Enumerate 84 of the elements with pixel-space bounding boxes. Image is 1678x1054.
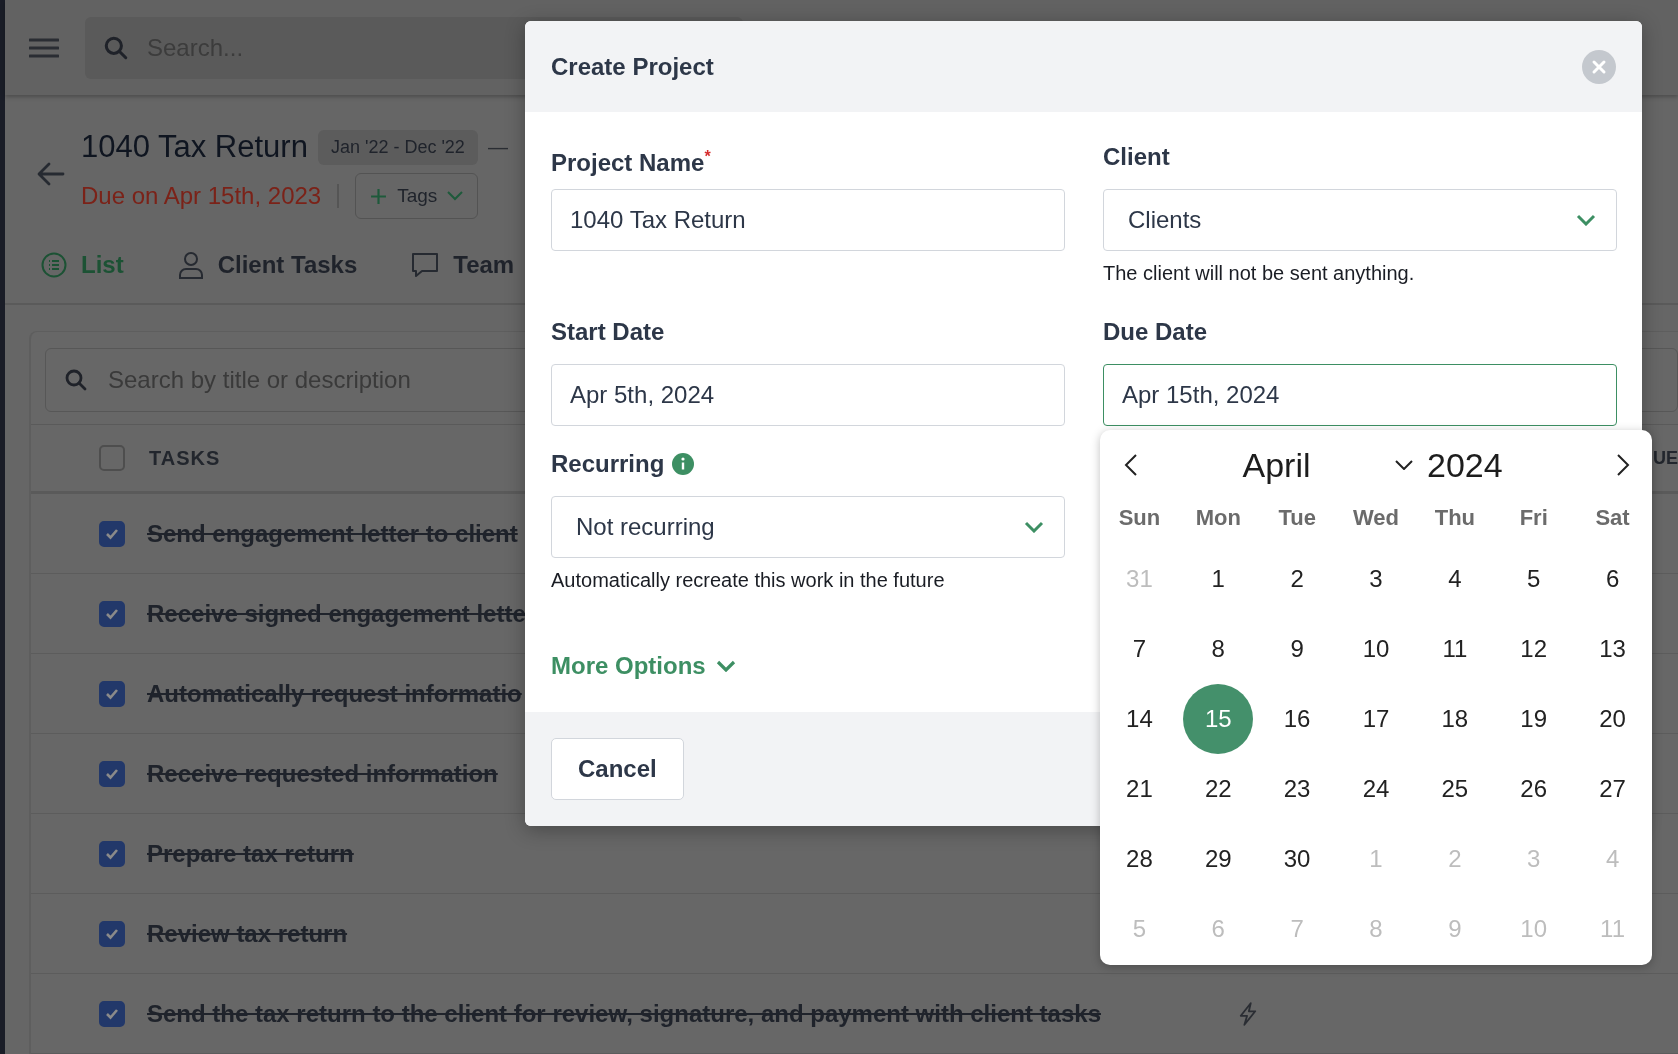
weekday-label: Sat — [1595, 505, 1630, 531]
project-name-field[interactable]: 1040 Tax Return — [551, 189, 1065, 251]
calendar-day[interactable]: 10 — [1341, 614, 1411, 684]
chevron-down-icon — [447, 191, 464, 201]
start-date-field[interactable]: Apr 5th, 2024 — [551, 364, 1065, 426]
calendar-day[interactable]: 24 — [1341, 754, 1411, 824]
previous-month-icon[interactable] — [1124, 453, 1138, 477]
person-icon — [177, 251, 204, 279]
month-select[interactable]: April — [1158, 445, 1413, 485]
dash-text: — — [487, 135, 508, 159]
calendar-day[interactable]: 21 — [1104, 754, 1175, 824]
column-header: TASKS — [149, 446, 221, 470]
calendar-day[interactable]: 12 — [1498, 614, 1569, 684]
recurring-select[interactable]: Not recurring — [551, 496, 1065, 558]
field-label: Start Date — [551, 317, 665, 347]
task-checkbox[interactable] — [99, 920, 125, 947]
next-month-icon[interactable] — [1616, 453, 1630, 477]
task-checkbox[interactable] — [99, 760, 125, 787]
back-arrow-icon[interactable] — [37, 162, 65, 186]
weekday-label: Sun — [1118, 505, 1161, 531]
weekday-label: Fri — [1519, 505, 1548, 531]
dialog-title: Create Project — [551, 52, 714, 81]
calendar-day[interactable]: 5 — [1498, 544, 1569, 614]
chat-bubble-icon — [411, 252, 440, 278]
search-icon — [103, 34, 129, 61]
weekday-label: Thu — [1434, 505, 1475, 531]
calendar-day[interactable]: 27 — [1577, 754, 1648, 824]
calendar-day[interactable]: 1 — [1183, 544, 1254, 614]
calendar-day[interactable]: 7 — [1104, 614, 1175, 684]
calendar-day[interactable]: 8 — [1183, 614, 1254, 684]
weekday-label: Wed — [1352, 505, 1399, 531]
menu-icon[interactable] — [29, 37, 59, 58]
project-title: 1040 Tax Return — [81, 129, 308, 165]
task-checkbox[interactable] — [99, 520, 125, 547]
task-checkbox[interactable] — [99, 680, 125, 707]
field-label: Due Date — [1103, 317, 1208, 347]
task-checkbox[interactable] — [99, 840, 125, 867]
calendar-day[interactable]: 15 — [1183, 684, 1254, 754]
calendar-day[interactable]: 25 — [1419, 754, 1490, 824]
plus-icon — [370, 187, 388, 205]
calendar-day[interactable]: 19 — [1498, 684, 1569, 754]
calendar-day[interactable]: 16 — [1262, 684, 1333, 754]
period-badge: Jan '22 - Dec '22 — [317, 129, 478, 165]
list-icon — [41, 252, 67, 278]
calendar-day[interactable]: 6 — [1577, 544, 1648, 614]
calendar-day[interactable]: 20 — [1577, 684, 1648, 754]
chevron-down-icon — [1576, 214, 1596, 226]
info-icon — [672, 453, 695, 475]
calendar-day[interactable]: 18 — [1419, 684, 1490, 754]
more-options-button[interactable]: More Options — [551, 652, 736, 680]
field-label: Client — [1103, 142, 1170, 172]
calendar-day[interactable]: 14 — [1104, 684, 1175, 754]
calendar-day[interactable]: 3 — [1341, 544, 1411, 614]
chevron-down-icon — [715, 660, 736, 672]
calendar-day[interactable]: 23 — [1262, 754, 1333, 824]
due-date-text: Due on Apr 15th, 2023 — [81, 182, 322, 210]
column-header: UE — [1653, 447, 1678, 469]
weekday-label: Mon — [1195, 505, 1241, 531]
year-select[interactable]: 2024 — [1427, 445, 1503, 485]
calendar-day[interactable]: 13 — [1577, 614, 1648, 684]
calendar-day[interactable]: 4 — [1419, 544, 1490, 614]
task-checkbox[interactable] — [99, 1000, 125, 1027]
cancel-button[interactable]: Cancel — [551, 738, 684, 800]
calendar-day[interactable]: 28 — [1104, 824, 1175, 894]
field-label: Project Name$^{*}$ — [551, 147, 711, 177]
calendar-day[interactable]: 29 — [1183, 824, 1254, 894]
chevron-down-icon — [1024, 521, 1044, 533]
help-text: Automatically recreate this work in the future — [551, 568, 945, 593]
select-all-checkbox[interactable] — [99, 445, 125, 471]
caret-icon — [1395, 460, 1413, 470]
task-checkbox[interactable] — [99, 600, 125, 627]
calendar-day[interactable]: 30 — [1262, 824, 1333, 894]
calendar-day[interactable]: 17 — [1341, 684, 1411, 754]
calendar-day[interactable]: 2 — [1262, 544, 1333, 614]
calendar-day[interactable]: 26 — [1498, 754, 1569, 824]
search-icon — [64, 368, 88, 392]
due-date-field[interactable]: Apr 15th, 2024 — [1103, 364, 1617, 426]
calendar-day[interactable]: 9 — [1262, 614, 1333, 684]
field-label: Recurring — [551, 449, 665, 479]
help-text: The client will not be sent anything. — [1103, 261, 1415, 286]
calendar-day[interactable]: 11 — [1419, 614, 1490, 684]
client-select[interactable]: Clients — [1103, 189, 1617, 251]
calendar-day[interactable]: 22 — [1183, 754, 1254, 824]
weekday-label: Tue — [1278, 505, 1316, 531]
